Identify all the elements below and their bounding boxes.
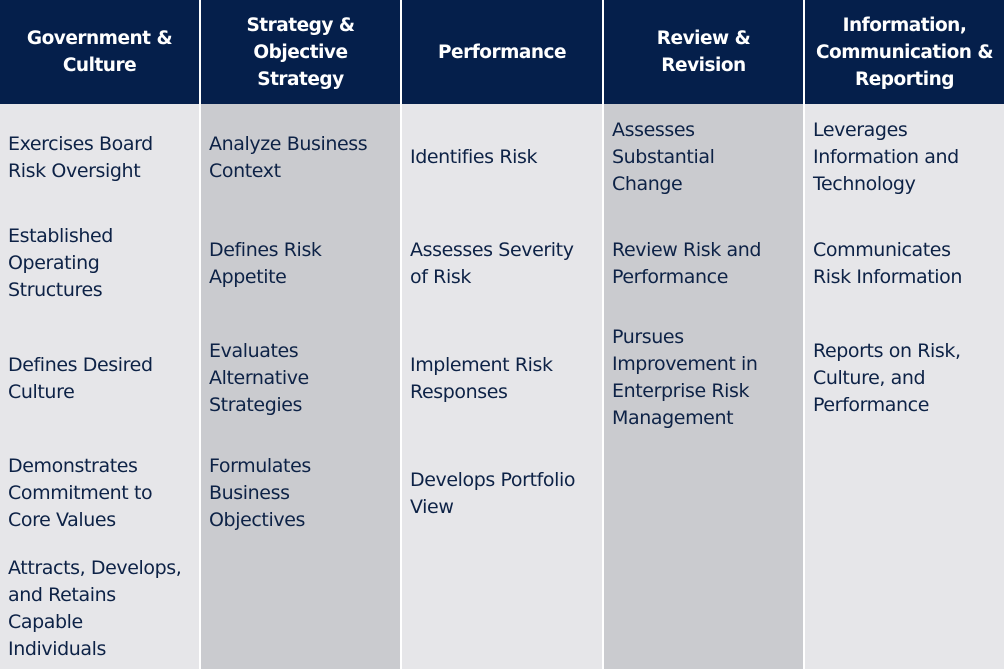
item-line: Risk Oversight: [8, 160, 141, 182]
principle-item: Implement Risk Responses: [410, 352, 598, 406]
item-line: Established: [8, 225, 113, 247]
principle-item: Demonstrates Commitment to Core Values: [8, 453, 195, 534]
principle-item: Assesses Severity of Risk: [410, 237, 598, 291]
item-line: Individuals: [8, 638, 107, 660]
item-line: Leverages: [813, 119, 908, 141]
principle-item: Review Risk and Performance: [612, 237, 799, 291]
item-line: Technology: [813, 173, 916, 195]
item-line: Pursues: [612, 326, 684, 348]
item-line: Communicates: [813, 239, 951, 261]
item-line: Evaluates: [209, 340, 299, 362]
principle-item: Develops Portfolio View: [410, 467, 598, 521]
heading-line: Performance: [437, 41, 567, 63]
column-information-communication-reporting: Information, Communication & Reporting L…: [805, 0, 1004, 669]
item-line: Responses: [410, 381, 508, 403]
item-line: Enterprise Risk: [612, 380, 750, 402]
column-strategy-objective: Strategy & Objective Strategy Analyze Bu…: [201, 0, 400, 669]
heading-line: Objective: [253, 41, 348, 63]
item-line: Information and: [813, 146, 959, 168]
heading-line: Revision: [661, 55, 746, 76]
item-line: Capable: [8, 611, 83, 633]
principle-item: Exercises Board Risk Oversight: [8, 131, 195, 185]
heading-line: Review &: [656, 28, 751, 49]
column-heading: Government & Culture: [0, 0, 199, 104]
column-body: Exercises Board Risk Oversight Establish…: [0, 104, 199, 669]
item-line: Core Values: [8, 509, 116, 531]
item-line: Assesses: [612, 119, 695, 141]
item-line: Demonstrates: [8, 455, 138, 477]
principle-item: Evaluates Alternative Strategies: [209, 338, 396, 419]
column-body: Identifies Risk Assesses Severity of Ris…: [402, 104, 602, 669]
heading-line: Reporting: [855, 68, 954, 90]
item-line: Defines Desired: [8, 354, 153, 376]
item-line: Appetite: [209, 266, 287, 288]
principle-item: Defines Risk Appetite: [209, 237, 396, 291]
item-line: View: [410, 496, 454, 518]
principle-item: Identifies Risk: [410, 144, 598, 171]
item-line: Risk Information: [813, 266, 963, 288]
heading-line: Culture: [62, 55, 137, 76]
column-heading: Information, Communication & Reporting: [805, 0, 1004, 104]
item-line: Management: [612, 407, 734, 429]
item-line: of Risk: [410, 266, 471, 288]
column-body: Leverages Information and Technology Com…: [805, 104, 1004, 669]
principle-item: Communicates Risk Information: [813, 237, 1000, 291]
item-line: Objectives: [209, 509, 305, 531]
principle-item: Established Operating Structures: [8, 223, 195, 304]
item-line: Alternative: [209, 367, 309, 389]
item-line: Improvement in: [612, 353, 758, 375]
column-review-revision: Review & Revision Assesses Substantial C…: [604, 0, 803, 669]
principle-item: Leverages Information and Technology: [813, 117, 1000, 198]
item-line: Culture, and: [813, 367, 926, 389]
item-line: Performance: [612, 266, 729, 288]
item-line: Strategies: [209, 394, 303, 416]
item-line: Attracts, Develops,: [8, 557, 182, 579]
principle-item: Reports on Risk, Culture, and Performanc…: [813, 338, 1000, 419]
principle-item: Pursues Improvement in Enterprise Risk M…: [612, 324, 799, 432]
principle-item: Defines Desired Culture: [8, 352, 195, 406]
item-line: Formulates: [209, 455, 311, 477]
item-line: Implement Risk: [410, 354, 553, 376]
principle-item: Analyze Business Context: [209, 131, 396, 185]
item-line: Change: [612, 173, 683, 195]
item-line: Assesses Severity: [410, 239, 574, 261]
item-line: Exercises Board: [8, 133, 153, 155]
item-line: Review Risk and: [612, 239, 761, 261]
erm-components-grid: Government & Culture Exercises Board Ris…: [0, 0, 1004, 669]
principle-item: Attracts, Develops, and Retains Capable …: [8, 555, 195, 663]
heading-line: Communication &: [815, 41, 994, 63]
heading-line: Strategy: [257, 68, 344, 90]
heading-line: Government &: [26, 28, 173, 49]
item-line: Operating: [8, 252, 100, 274]
column-performance: Performance Identifies Risk Assesses Sev…: [402, 0, 602, 669]
item-line: Context: [209, 160, 281, 182]
column-heading: Performance: [402, 0, 602, 104]
item-line: Performance: [813, 394, 930, 416]
item-line: Substantial: [612, 146, 715, 168]
principle-item: Assesses Substantial Change: [612, 117, 799, 198]
item-line: Culture: [8, 381, 75, 403]
item-line: Reports on Risk,: [813, 340, 961, 362]
column-body: Assesses Substantial Change Review Risk …: [604, 104, 803, 669]
heading-line: Strategy &: [246, 14, 355, 36]
column-heading: Strategy & Objective Strategy: [201, 0, 400, 104]
item-line: Develops Portfolio: [410, 469, 576, 491]
item-line: Identifies Risk: [410, 146, 538, 168]
column-body: Analyze Business Context Defines Risk Ap…: [201, 104, 400, 669]
column-governance-culture: Government & Culture Exercises Board Ris…: [0, 0, 199, 669]
principle-item: Formulates Business Objectives: [209, 453, 396, 534]
item-line: Analyze Business: [209, 133, 368, 155]
heading-line: Information,: [842, 14, 967, 36]
item-line: Commitment to: [8, 482, 153, 504]
item-line: Defines Risk: [209, 239, 322, 261]
column-heading: Review & Revision: [604, 0, 803, 104]
item-line: and Retains: [8, 584, 116, 606]
item-line: Structures: [8, 279, 103, 301]
item-line: Business: [209, 482, 290, 504]
